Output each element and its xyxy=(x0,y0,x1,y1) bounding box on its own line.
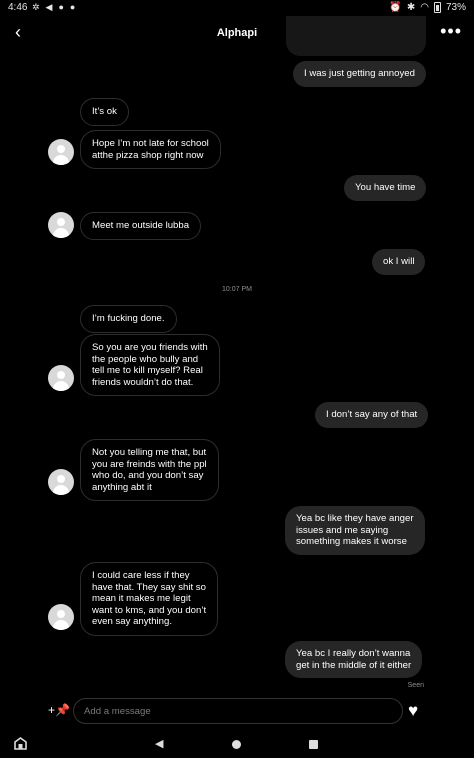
message-bubble-outgoing[interactable]: Yea bc I really don’t wanna get in the m… xyxy=(285,641,423,678)
message-bubble-outgoing[interactable]: You have time xyxy=(344,175,427,201)
conversation-title[interactable]: Alphapi xyxy=(0,27,474,39)
message-input[interactable] xyxy=(73,698,403,724)
message-bubble-incoming[interactable]: Meet me outside lubba xyxy=(80,212,202,240)
seen-indicator: Seen xyxy=(407,682,424,689)
add-pin-icon: +📌 xyxy=(48,703,70,717)
message-composer: +📌 ♥ xyxy=(0,698,474,726)
message-bubble-outgoing[interactable]: I was just getting annoyed xyxy=(293,61,426,87)
add-pin-button[interactable]: +📌 xyxy=(48,703,70,717)
heart-icon: ♥ xyxy=(408,701,419,720)
message-bubble-outgoing[interactable]: ok I will xyxy=(372,249,426,275)
message-bubble-incoming[interactable]: Not you telling me that, but you are fre… xyxy=(80,439,219,501)
chat-screen: 4:46 ✲ ◀ ● ● ⏰ ✱ ◠ 73% I was just gettin… xyxy=(0,0,474,758)
system-nav-bar: ◀ xyxy=(0,734,474,758)
avatar[interactable] xyxy=(48,469,74,495)
message-bubble-incoming[interactable]: I’m fucking done. xyxy=(80,305,177,333)
nav-back-button[interactable]: ◀ xyxy=(155,737,163,750)
message-bubble-incoming[interactable]: Hope I’m not late for school atthe pizza… xyxy=(80,130,221,169)
home-app-icon[interactable] xyxy=(14,737,27,750)
message-bubble-incoming[interactable]: So you are you friends with the people w… xyxy=(80,334,220,396)
avatar[interactable] xyxy=(48,604,74,630)
avatar[interactable] xyxy=(48,212,74,238)
avatar[interactable] xyxy=(48,139,74,165)
message-bubble-outgoing[interactable]: I don’t say any of that xyxy=(315,402,429,428)
nav-recents-button[interactable] xyxy=(309,740,318,749)
message-list: I was just getting annoyed It’s ok Hope … xyxy=(0,0,474,700)
chat-header: ‹ Alphapi ••• xyxy=(0,18,474,48)
more-horizontal-icon: ••• xyxy=(440,21,462,41)
nav-home-button[interactable] xyxy=(232,740,241,749)
like-button[interactable]: ♥ xyxy=(408,701,418,721)
more-options-button[interactable]: ••• xyxy=(440,21,462,42)
message-timestamp: 10:07 PM xyxy=(222,286,252,293)
message-bubble-incoming[interactable]: It’s ok xyxy=(80,98,129,126)
message-bubble-outgoing[interactable]: Yea bc like they have anger issues and m… xyxy=(285,506,425,555)
message-bubble-incoming[interactable]: I could care less if they have that. The… xyxy=(80,562,219,636)
avatar[interactable] xyxy=(48,365,74,391)
